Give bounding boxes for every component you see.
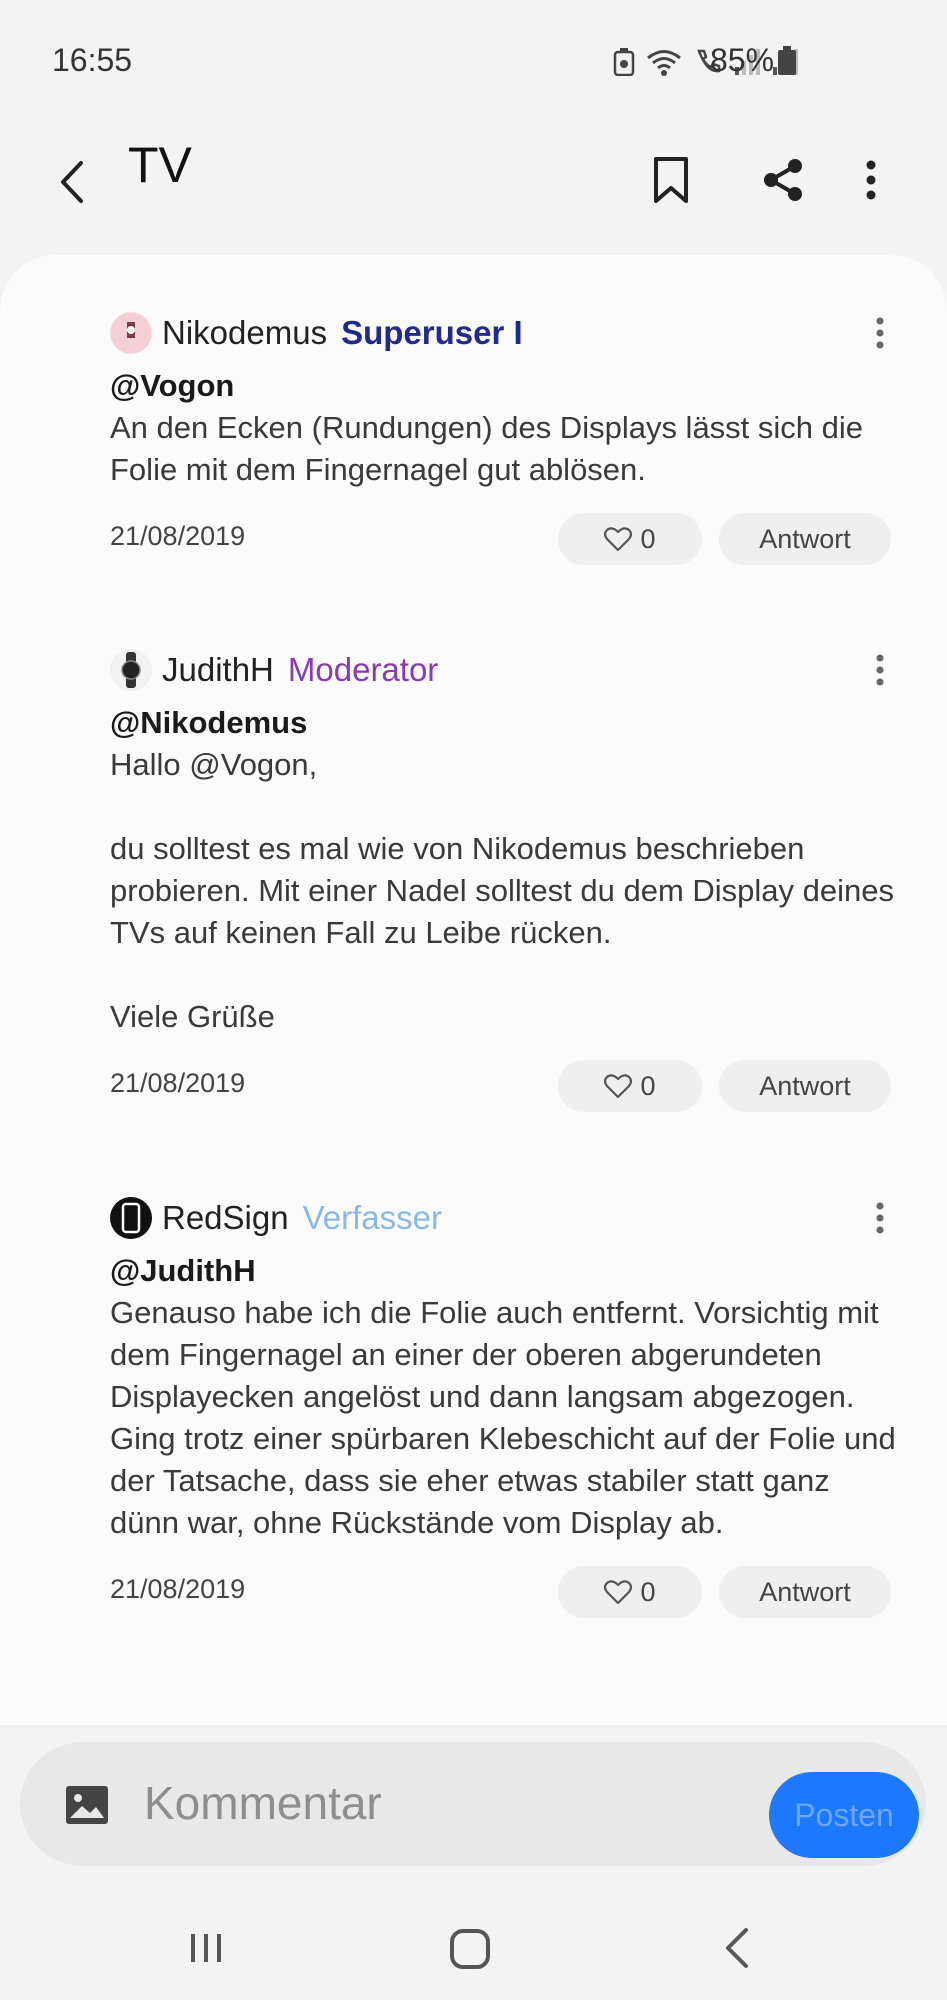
- battery-percentage: 85%: [710, 42, 775, 78]
- chevron-left-icon: [61, 161, 83, 203]
- like-count: 0: [640, 523, 656, 554]
- navigation-bar: [0, 1900, 947, 2000]
- bookmark-button[interactable]: [648, 138, 694, 222]
- heart-icon: [604, 1580, 633, 1605]
- comment-item: Nikodemus Superuser I @Vogon An den Ecke…: [110, 309, 900, 565]
- author-name[interactable]: Nikodemus: [162, 314, 327, 352]
- comment-item: JudithH Moderator @Nikodemus Hallo @Vogo…: [110, 646, 900, 1112]
- recycle-battery-icon: [613, 48, 635, 76]
- reply-button[interactable]: Antwort: [719, 513, 891, 565]
- comment-footer: 21/08/2019 0 Antwort: [110, 1060, 900, 1112]
- post-button[interactable]: Posten: [769, 1772, 919, 1858]
- comment-input-bar: Posten: [20, 1742, 926, 1866]
- comment-text: Genauso habe ich die Folie auch entfernt…: [110, 1295, 896, 1540]
- like-button[interactable]: 0: [558, 1060, 702, 1112]
- nav-back-icon[interactable]: [722, 1926, 752, 1970]
- phone-avatar-icon: [111, 1198, 151, 1238]
- comment-more-button[interactable]: [860, 646, 900, 694]
- comment-input[interactable]: [144, 1768, 744, 1838]
- like-button[interactable]: 0: [558, 513, 702, 565]
- comment-footer: 21/08/2019 0 Antwort: [110, 1566, 900, 1618]
- recent-apps-icon[interactable]: [186, 1928, 226, 1968]
- status-time: 16:55: [52, 42, 133, 78]
- reply-button[interactable]: Antwort: [719, 1060, 891, 1112]
- comment-date: 21/08/2019: [110, 1574, 246, 1604]
- battery-icon: [778, 46, 796, 75]
- app-header: TV: [0, 120, 947, 250]
- heart-icon: [604, 527, 633, 552]
- like-button[interactable]: 0: [558, 1566, 702, 1618]
- back-button[interactable]: [48, 140, 96, 224]
- avatar[interactable]: [110, 312, 152, 354]
- comment-text: An den Ecken (Rundungen) des Displays lä…: [110, 410, 864, 487]
- author-row: JudithH Moderator: [110, 646, 900, 694]
- comment-more-button[interactable]: [860, 309, 900, 357]
- comment-date: 21/08/2019: [110, 521, 246, 551]
- comment-more-button[interactable]: [860, 1194, 900, 1242]
- share-button[interactable]: [758, 138, 808, 222]
- page-title: TV: [128, 137, 192, 193]
- comment-item: RedSign Verfasser @JudithH Genauso habe …: [110, 1194, 900, 1618]
- comment-date: 21/08/2019: [110, 1068, 246, 1098]
- comment-text: Hallo @Vogon, du solltest es mal wie von…: [110, 747, 895, 1034]
- comments-card: Nikodemus Superuser I @Vogon An den Ecke…: [0, 255, 947, 1725]
- comment-mention[interactable]: @Vogon: [110, 365, 900, 407]
- more-vertical-icon: [866, 160, 876, 200]
- home-icon[interactable]: [449, 1928, 491, 1970]
- more-options-button[interactable]: [856, 138, 886, 222]
- status-bar: 16:55 85%: [0, 0, 947, 120]
- like-count: 0: [640, 1070, 656, 1101]
- heart-icon: [604, 1074, 633, 1099]
- comment-footer: 21/08/2019 0 Antwort: [110, 513, 900, 565]
- avatar-image-icon: [111, 313, 151, 353]
- comment-mention[interactable]: @JudithH: [110, 1250, 900, 1292]
- bookmark-icon: [654, 157, 688, 203]
- avatar[interactable]: [110, 1197, 152, 1239]
- share-icon: [764, 159, 802, 201]
- author-row: RedSign Verfasser: [110, 1194, 900, 1242]
- wifi-icon: [647, 50, 681, 76]
- author-name[interactable]: RedSign: [162, 1199, 289, 1237]
- author-row: Nikodemus Superuser I: [110, 309, 900, 357]
- author-role: Verfasser: [302, 1199, 442, 1236]
- author-role: Moderator: [287, 651, 439, 688]
- reply-button[interactable]: Antwort: [719, 1566, 891, 1618]
- image-icon[interactable]: [64, 1782, 110, 1828]
- comment-mention[interactable]: @Nikodemus: [110, 702, 900, 744]
- more-vertical-icon: [876, 1202, 884, 1234]
- author-role: Superuser I: [341, 314, 523, 351]
- avatar[interactable]: [110, 649, 152, 691]
- more-vertical-icon: [876, 317, 884, 349]
- author-name[interactable]: JudithH: [162, 651, 274, 689]
- like-count: 0: [640, 1576, 656, 1607]
- more-vertical-icon: [876, 654, 884, 686]
- watch-avatar-icon: [111, 650, 151, 690]
